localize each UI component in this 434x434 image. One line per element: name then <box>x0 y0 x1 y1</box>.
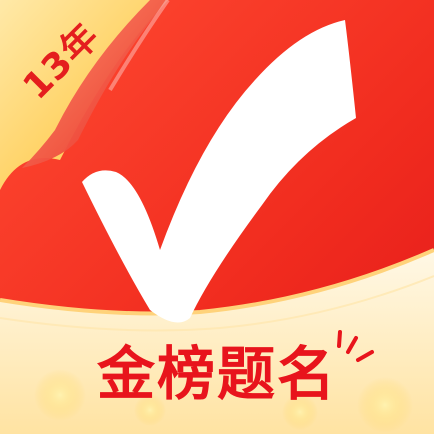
app-icon: 13年 金榜题名 <box>0 0 434 434</box>
slogan-text: 金榜题名 <box>96 340 337 408</box>
